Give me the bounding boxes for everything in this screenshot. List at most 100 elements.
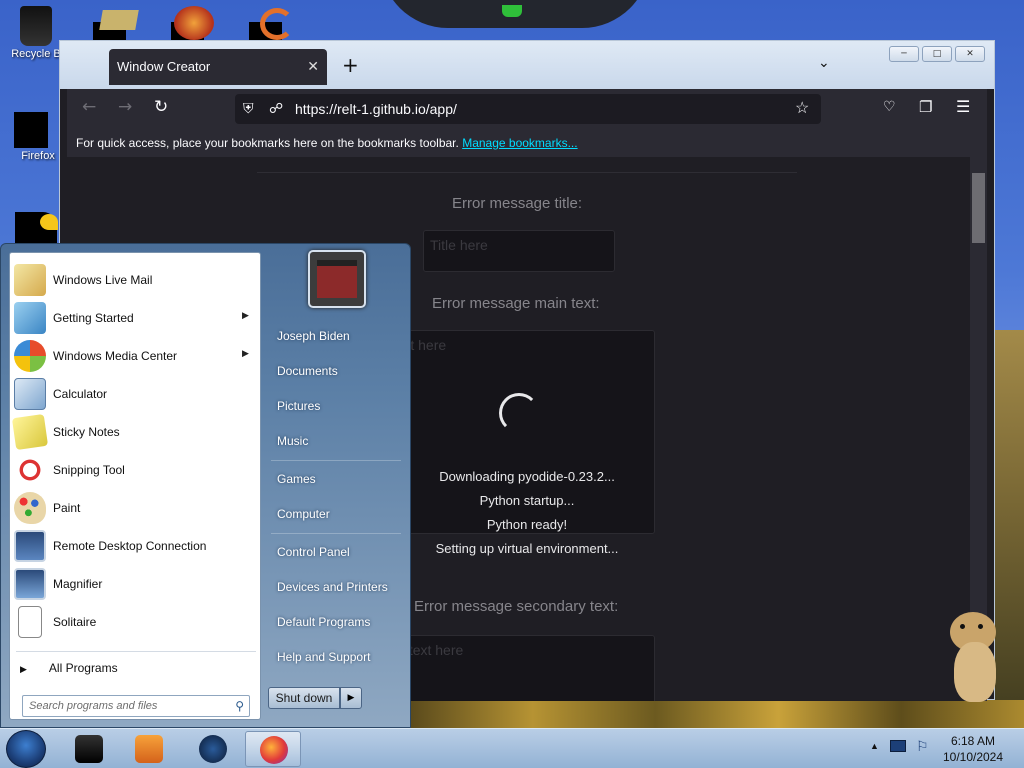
system-clock[interactable]: 6:18 AM 10/10/2024 [940,733,1006,765]
show-hidden-icons-arrow-icon[interactable]: ▲ [870,741,879,751]
start-item-windows-live-mail[interactable]: Windows Live Mail [12,261,258,299]
start-right-devices-printers[interactable]: Devices and Printers [277,580,388,594]
paint-palette-icon [14,492,46,524]
list-tabs-chevron-icon[interactable]: ⌄ [818,55,830,71]
action-center-icon[interactable]: ⚐ [916,738,929,755]
start-right-games[interactable]: Games [277,472,316,486]
avatar-image [317,260,357,298]
submenu-arrow-icon: ▶ [242,310,249,320]
manage-bookmarks-link[interactable]: Manage bookmarks... [462,136,577,150]
secondary-text-label: Error message secondary text: [414,598,619,615]
start-item-remote-desktop[interactable]: Remote Desktop Connection [12,527,258,565]
shut-down-button[interactable]: Shut down [268,687,340,709]
start-item-label: Remote Desktop Connection [53,539,207,553]
start-right-documents[interactable]: Documents [277,364,338,378]
loading-line: Python startup... [479,493,575,508]
app-icon [260,8,294,40]
close-icon[interactable]: ✕ [307,58,319,75]
taskbar-app-button[interactable] [61,731,117,767]
app-icon [75,735,103,763]
start-item-label: Windows Media Center [53,349,178,363]
start-right-control-panel[interactable]: Control Panel [277,545,350,559]
maximize-button[interactable]: □ [922,46,952,62]
taskbar-app-button[interactable] [185,731,241,767]
submenu-arrow-icon: ▶ [242,348,249,358]
bookmarks-toolbar: For quick access, place your bookmarks h… [67,129,987,157]
taskbar-media-player-button[interactable] [121,731,177,767]
desktop-icon-recycle-bin[interactable]: Recycle B [6,6,66,60]
star-bookmark-icon[interactable]: ☆ [795,98,809,118]
start-item-solitaire[interactable]: Solitaire [12,603,258,641]
pocket-icon[interactable]: ♡ [883,99,896,115]
title-input[interactable]: Title here [423,230,615,272]
start-menu: Windows Live Mail Getting Started ▶ Wind… [0,243,411,728]
search-icon[interactable]: ⚲ [235,699,244,713]
clock-time: 6:18 AM [950,734,996,748]
divider [257,172,797,173]
close-window-button[interactable]: ✕ [955,46,985,62]
all-programs-label: All Programs [48,661,118,675]
start-item-label: Sticky Notes [53,425,120,439]
separator [271,460,401,461]
hamster-body [954,642,996,702]
wallpaper-flowers [410,700,1024,728]
network-icon[interactable] [890,740,906,752]
bookmarks-hint: For quick access, place your bookmarks h… [76,136,578,150]
start-right-music[interactable]: Music [277,434,308,448]
start-item-calculator[interactable]: Calculator [12,375,258,413]
new-tab-button[interactable]: + [342,53,359,77]
minimize-button[interactable]: ─ [889,46,919,62]
lock-icon[interactable]: ☍ [269,100,283,117]
back-arrow-icon[interactable]: ← [82,97,96,117]
bookmarks-hint-text: For quick access, place your bookmarks h… [76,136,459,150]
dome-light [502,5,522,17]
separator [16,651,256,652]
hamster-figure [944,602,1004,704]
start-item-label: Snipping Tool [53,463,125,477]
taskbar-firefox-button[interactable] [245,731,301,767]
menu-hamburger-icon[interactable]: ☰ [956,97,970,116]
all-programs-button[interactable]: ▶ All Programs [20,661,118,675]
start-item-magnifier[interactable]: Magnifier [12,565,258,603]
extensions-puzzle-icon[interactable]: ❐ [919,98,932,116]
start-item-windows-media-center[interactable]: Windows Media Center ▶ [12,337,258,375]
loading-spinner-icon [499,393,539,433]
start-item-snipping-tool[interactable]: Snipping Tool [12,451,258,489]
mail-icon [14,264,46,296]
desktop-icon-label: Firefox [21,150,55,162]
tab-window-creator[interactable]: Window Creator ✕ [109,49,327,85]
shutdown-options-arrow-icon[interactable]: ▶ [340,687,362,709]
start-orb-button[interactable] [6,730,46,768]
separator [271,533,401,534]
url-bar[interactable]: ⛨ ☍ https://relt-1.github.io/app/ ☆ [235,94,821,124]
main-text-label: Error message main text: [432,295,600,312]
folder-icon [99,10,139,30]
cards-icon [18,606,42,638]
start-right-computer[interactable]: Computer [277,507,330,521]
hamster-eye [978,624,983,629]
start-item-label: Magnifier [53,577,103,591]
scrollbar-thumb[interactable] [972,173,985,243]
start-item-sticky-notes[interactable]: Sticky Notes [11,413,258,451]
globe-icon [199,735,227,763]
loading-line: Downloading pyodide-0.23.2... [439,469,615,484]
magnifier-icon [14,568,46,600]
start-right-default-programs[interactable]: Default Programs [277,615,370,629]
user-avatar[interactable] [308,250,366,308]
start-item-label: Solitaire [53,615,97,629]
start-item-label: Calculator [53,387,108,401]
start-item-paint[interactable]: Paint [12,489,258,527]
start-right-help-support[interactable]: Help and Support [277,650,370,664]
url-text[interactable]: https://relt-1.github.io/app/ [295,101,457,117]
start-right-user[interactable]: Joseph Biden [277,329,350,343]
remote-desktop-icon [14,530,46,562]
title-placeholder: Title here [430,237,488,253]
start-item-getting-started[interactable]: Getting Started ▶ [12,299,258,337]
reload-icon[interactable]: ↻ [154,97,168,117]
search-programs-input[interactable]: Search programs and files ⚲ [22,695,250,717]
shield-icon[interactable]: ⛨ [243,100,254,117]
start-right-pictures[interactable]: Pictures [277,399,320,413]
start-item-label: Windows Live Mail [53,273,153,287]
forward-arrow-icon[interactable]: → [118,97,132,117]
tab-title: Window Creator [117,59,211,74]
